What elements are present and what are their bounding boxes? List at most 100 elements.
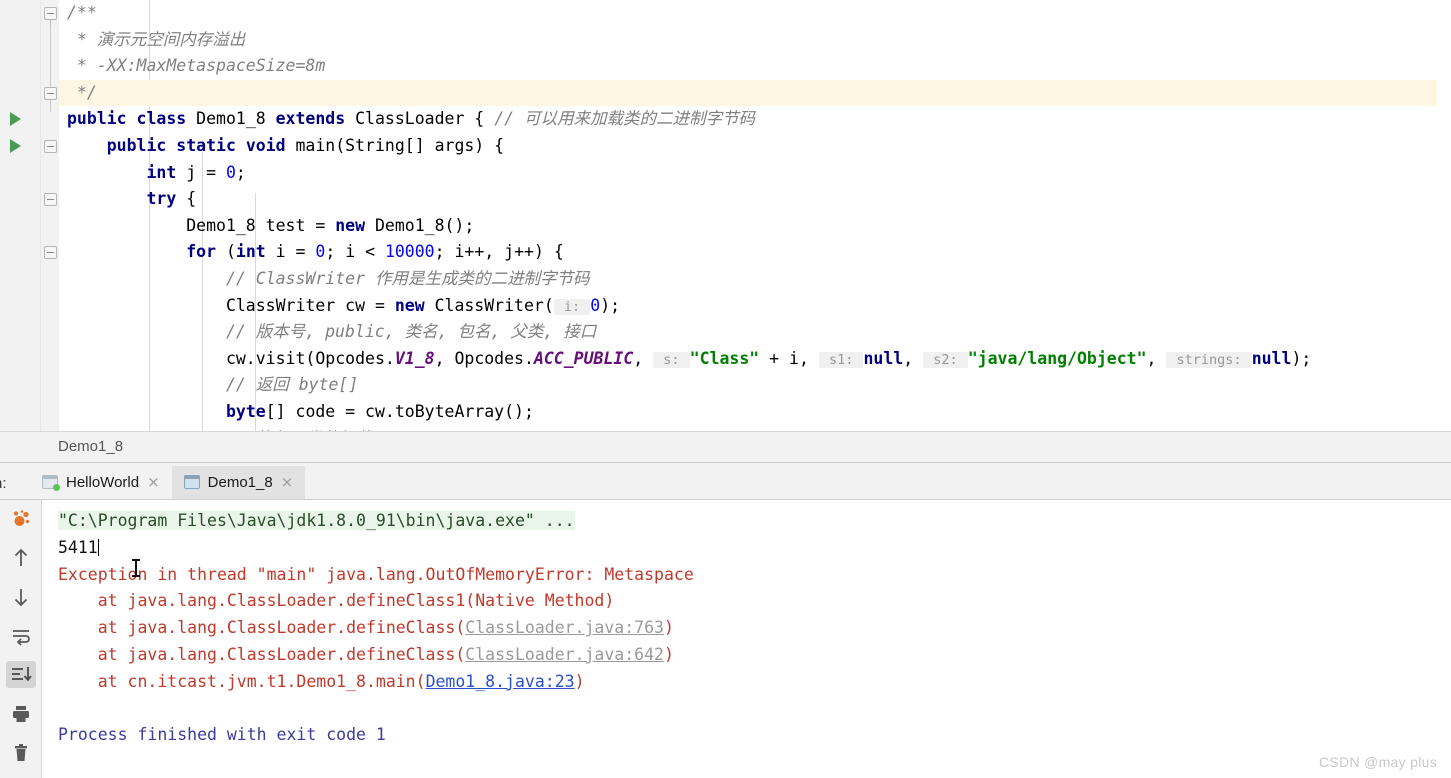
process-finished-message: Process finished with exit code 1 [58,725,386,745]
console-line: at cn.itcast.jvm.t1.Demo1_8.main(Demo1_8… [58,669,1451,696]
close-icon[interactable]: × [147,474,160,490]
run-tab-label: Demo1_8 [207,473,273,491]
print-icon[interactable] [6,700,36,727]
soft-wrap-icon[interactable] [6,623,36,650]
code-token: 10000 [384,242,435,262]
code-line[interactable]: for (int i = 0; i < 10000; i++, j++) { [59,239,1451,266]
code-token: int [235,242,266,262]
console-line: 5411 [58,535,1451,562]
code-token: // 返回 byte[] [225,375,359,395]
rerun-icon[interactable] [6,506,36,533]
code-token: + i, [759,348,819,368]
code-token: ACC_PUBLIC [533,348,634,368]
fold-collapse-icon[interactable] [44,246,57,260]
code-token: , [633,348,654,368]
code-token: // 版本号, public, 类名, 包名, 父类, 接口 [225,322,597,342]
code-line[interactable]: cw.visit(Opcodes.V1_8, Opcodes.ACC_PUBLI… [59,346,1451,373]
code-token: public class [67,109,187,129]
console-line: at java.lang.ClassLoader.defineClass(Cla… [58,615,1451,642]
code-token: // ClassWriter 作用是生成类的二进制字节码 [225,268,590,288]
console-stderr: ) [574,671,585,691]
code-token: cw.visit(Opcodes. [67,348,395,368]
code-line[interactable]: Demo1_8 test = new Demo1_8(); [59,213,1451,240]
code-line[interactable]: */ [59,79,1451,107]
console-stdout: 5411 [58,537,98,557]
code-token: ); [600,295,621,315]
code-editor[interactable]: /** * 演示元空间内存溢出 * -XX:MaxMetaspaceSize=8… [0,0,1451,431]
running-indicator-dot [53,484,60,492]
breadcrumb[interactable]: Demo1_8 [0,430,1451,463]
fold-collapse-icon[interactable] [44,86,57,100]
code-line[interactable]: public class Demo1_8 extends ClassLoader… [59,106,1451,133]
code-token: i = [265,242,316,262]
up-arrow-icon[interactable] [6,545,36,572]
code-token: Demo1_8 [186,109,276,129]
close-icon[interactable]: × [281,474,294,490]
console-command: "C:\Program Files\Java\jdk1.8.0_91\bin\j… [58,510,575,530]
code-token: /** [67,3,97,22]
run-configuration-icon [42,475,60,492]
scroll-to-end-icon[interactable] [5,661,36,689]
code-line[interactable]: public static void main(String[] args) { [59,133,1451,160]
code-text-area[interactable]: /** * 演示元空间内存溢出 * -XX:MaxMetaspaceSize=8… [59,0,1451,431]
code-token: V1_8 [394,348,435,368]
code-line[interactable]: // 执行了类的加载 [59,426,1451,431]
console-vertical-scrollbar[interactable] [1437,499,1451,778]
code-token: ClassWriter( [424,295,554,315]
code-line[interactable]: // ClassWriter 作用是生成类的二进制字节码 [59,266,1451,293]
code-line[interactable]: // 返回 byte[] [59,372,1451,399]
code-line[interactable]: int j = 0; [59,160,1451,187]
code-token: null [863,348,904,368]
console-line: "C:\Program Files\Java\jdk1.8.0_91\bin\j… [58,508,1451,535]
console-output[interactable]: "C:\Program Files\Java\jdk1.8.0_91\bin\j… [42,499,1451,778]
code-folding-column[interactable] [41,0,59,431]
fold-collapse-icon[interactable] [44,7,57,25]
code-token: ; i < [325,242,385,262]
code-token: ; [235,162,246,182]
console-stderr: ) [663,618,674,638]
run-tab-demo1_8[interactable]: Demo1_8 × [171,465,306,499]
code-line[interactable]: // 版本号, public, 类名, 包名, 父类, 接口 [59,319,1451,346]
code-line[interactable]: byte[] code = cw.toByteArray(); [59,399,1451,426]
fold-collapse-icon[interactable] [44,193,57,207]
console-line: Process finished with exit code 1 [58,722,1451,749]
trash-icon[interactable] [6,739,36,766]
code-token: { [176,189,197,209]
code-line[interactable]: try { [59,186,1451,213]
down-arrow-icon[interactable] [6,584,36,611]
stacktrace-link[interactable]: ClassLoader.java:642 [465,645,664,664]
console-line: at java.lang.ClassLoader.defineClass(Cla… [58,642,1451,669]
editor-gutter[interactable] [0,0,41,431]
code-line[interactable]: /** [59,0,1451,27]
text-caret [97,538,99,556]
stacktrace-link[interactable]: ClassLoader.java:763 [465,618,664,637]
code-token: ); [1291,348,1312,368]
breadcrumb-class[interactable]: Demo1_8 [58,438,123,455]
code-token: // 可以用来加载类的二进制字节码 [494,109,755,129]
run-toolbar[interactable] [0,499,42,778]
code-token: j = [176,162,226,182]
stacktrace-link[interactable]: Demo1_8.java:23 [426,672,575,691]
code-token: new [394,295,425,315]
code-line[interactable]: * 演示元空间内存溢出 [59,27,1451,54]
run-tab-bar[interactable]: n: HelloWorld × Demo1_8 × [0,462,1451,500]
code-token: * -XX:MaxMetaspaceSize=8m [67,56,326,76]
console-line: Exception in thread "main" java.lang.Out… [58,562,1451,589]
code-token: [] code = cw.toByteArray(); [265,401,534,421]
run-tool-window-label: n: [0,474,7,492]
editor-vertical-scrollbar[interactable] [1437,0,1451,431]
code-token: "java/lang/Object" [967,348,1147,368]
code-line[interactable]: * -XX:MaxMetaspaceSize=8m [59,53,1451,80]
run-configuration-icon [183,475,200,490]
code-token: public static void [106,135,286,155]
code-line[interactable]: ClassWriter cw = new ClassWriter( i: 0); [59,293,1451,320]
run-gutter-icon[interactable] [10,139,21,153]
code-token: "Class" [689,348,760,368]
fold-collapse-icon[interactable] [44,140,57,153]
run-tab-helloworld[interactable]: HelloWorld × [30,466,172,499]
run-gutter-icon[interactable] [10,112,21,127]
